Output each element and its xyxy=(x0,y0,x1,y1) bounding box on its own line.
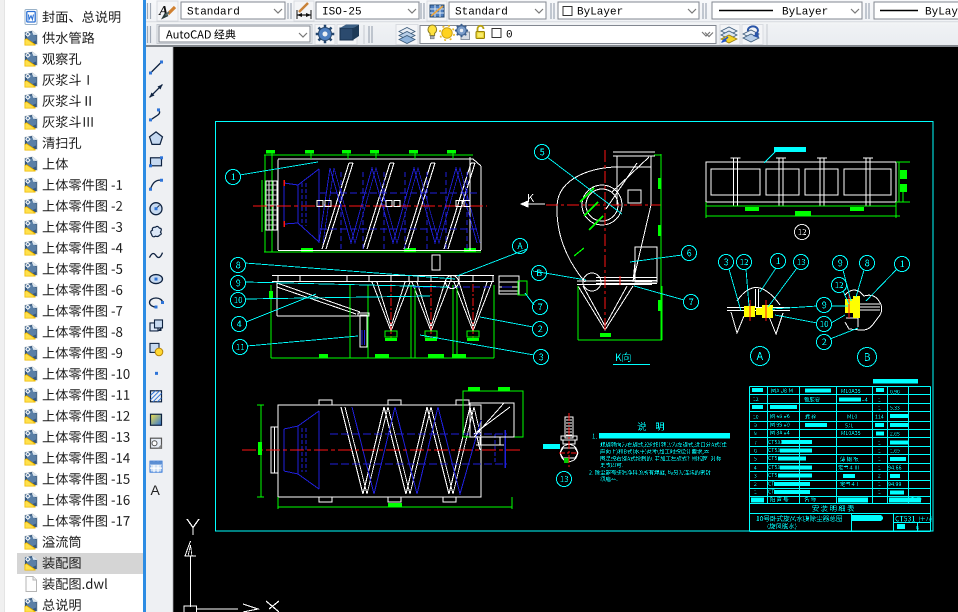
svg-text:ISO-25: ISO-25 xyxy=(322,7,362,19)
svg-text:Standard: Standard xyxy=(187,7,240,19)
svg-text:A: A xyxy=(151,482,161,498)
svg-text:ByLayer: ByLayer xyxy=(925,7,958,19)
svg-text:0: 0 xyxy=(506,30,513,42)
svg-text:ByLayer: ByLayer xyxy=(782,7,828,19)
svg-text:Standard: Standard xyxy=(455,7,508,19)
svg-text:ByLayer: ByLayer xyxy=(577,7,623,19)
